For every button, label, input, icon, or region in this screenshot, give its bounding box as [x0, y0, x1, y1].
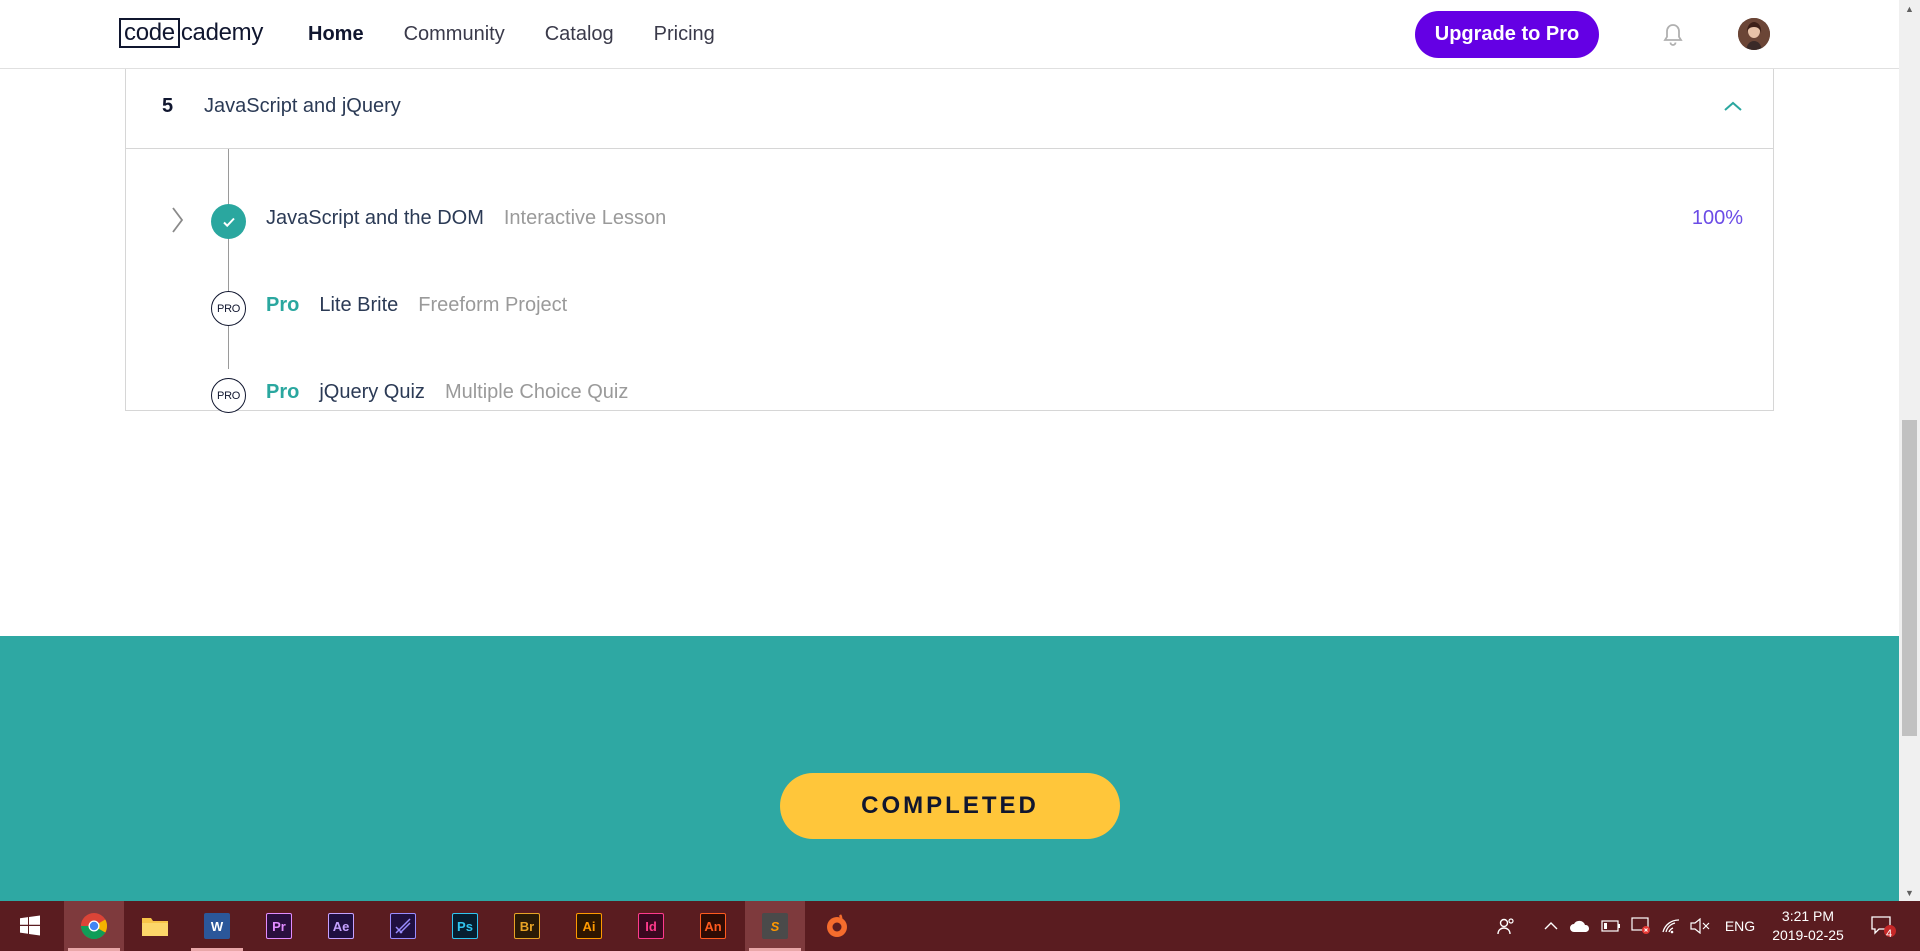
scroll-up-arrow-icon[interactable]: ▲ — [1899, 0, 1920, 17]
lesson-title[interactable]: JavaScript and the DOM — [266, 207, 484, 230]
vertical-scrollbar[interactable]: ▲ ▼ — [1899, 0, 1920, 901]
quiz-label: Pro jQuery Quiz Multiple Choice Quiz — [266, 381, 628, 404]
pro-badge-icon: PRO — [211, 291, 246, 326]
nav-community-link[interactable]: Community — [404, 23, 505, 46]
upgrade-to-pro-button[interactable]: Upgrade to Pro — [1415, 11, 1599, 58]
word-app-badge: W — [204, 913, 230, 939]
project-type: Freeform Project — [418, 294, 568, 316]
chevron-up-icon[interactable] — [1721, 95, 1745, 119]
top-navigation-bar: code cademy Home Community Catalog Pricin… — [0, 0, 1899, 69]
sublime-text-app-badge: S — [762, 913, 788, 939]
main-nav: Home Community Catalog Pricing — [308, 0, 755, 69]
after-effects-app-badge: Ae — [328, 913, 354, 939]
premiere-icon[interactable]: Pr — [249, 901, 309, 951]
pro-badge-icon: PRO — [211, 378, 246, 413]
quiz-title[interactable]: jQuery Quiz — [319, 381, 425, 404]
module-title: JavaScript and jQuery — [204, 95, 401, 117]
project-row[interactable]: PRO Pro Lite Brite Freeform Project — [126, 278, 1773, 338]
module-number: 5 — [162, 95, 174, 117]
completed-check-icon — [211, 204, 246, 239]
sublime-text-icon[interactable]: S — [745, 901, 805, 951]
logo-rest-text: cademy — [180, 19, 264, 46]
completion-banner: COMPLETED — [0, 636, 1899, 901]
illustrator-app-badge: Ai — [576, 913, 602, 939]
windows-start-icon[interactable] — [0, 901, 60, 951]
premiere-app-badge: Pr — [266, 913, 292, 939]
security-alert-icon[interactable] — [1630, 901, 1652, 951]
bridge-icon[interactable]: Br — [497, 901, 557, 951]
origin-icon[interactable] — [807, 901, 867, 951]
chevron-right-icon[interactable] — [168, 205, 186, 235]
language-indicator[interactable]: ENG — [1720, 901, 1760, 951]
photoshop-icon[interactable]: Ps — [435, 901, 495, 951]
nav-catalog-link[interactable]: Catalog — [545, 23, 614, 46]
quiz-type: Multiple Choice Quiz — [444, 381, 629, 403]
chrome-icon[interactable] — [64, 901, 124, 951]
media-encoder-icon[interactable] — [373, 901, 433, 951]
module-card: 5 JavaScript and jQuery JavaScript and t… — [125, 69, 1774, 413]
windows-taskbar: W Pr Ae Ps Br Ai Id An S ENG 3:21 PM 201… — [0, 901, 1920, 951]
photoshop-app-badge: Ps — [452, 913, 478, 939]
media-encoder-app-badge — [390, 913, 416, 939]
word-icon[interactable]: W — [187, 901, 247, 951]
scrollbar-thumb[interactable] — [1902, 420, 1917, 736]
module-header[interactable]: 5 JavaScript and jQuery — [126, 69, 1773, 149]
wifi-icon[interactable] — [1660, 901, 1682, 951]
animate-icon[interactable]: An — [683, 901, 743, 951]
system-clock[interactable]: 3:21 PM 2019-02-25 — [1766, 907, 1850, 945]
notification-count: 4 — [1885, 928, 1893, 940]
battery-icon[interactable] — [1600, 901, 1622, 951]
chevron-up-icon[interactable] — [1540, 901, 1562, 951]
lesson-row[interactable]: JavaScript and the DOM Interactive Lesso… — [126, 191, 1773, 251]
logo-boxed-text: code — [119, 18, 180, 48]
animate-app-badge: An — [700, 913, 726, 939]
nav-pricing-link[interactable]: Pricing — [654, 23, 715, 46]
onedrive-cloud-icon[interactable] — [1568, 901, 1592, 951]
bridge-app-badge: Br — [514, 913, 540, 939]
codecademy-logo[interactable]: code cademy — [119, 17, 263, 49]
clock-date: 2019-02-25 — [1772, 927, 1844, 943]
quiz-row[interactable]: PRO Pro jQuery Quiz Multiple Choice Quiz — [126, 365, 1773, 425]
pro-tag: Pro — [266, 381, 300, 403]
lesson-label: JavaScript and the DOM Interactive Lesso… — [266, 207, 666, 230]
after-effects-icon[interactable]: Ae — [311, 901, 371, 951]
volume-muted-icon[interactable] — [1688, 901, 1712, 951]
scroll-down-arrow-icon[interactable]: ▼ — [1899, 884, 1920, 901]
indesign-icon[interactable]: Id — [621, 901, 681, 951]
project-title[interactable]: Lite Brite — [319, 294, 398, 317]
lesson-progress: 100% — [1691, 207, 1743, 229]
user-avatar[interactable] — [1738, 18, 1770, 50]
people-icon[interactable] — [1494, 901, 1518, 951]
nav-home-link[interactable]: Home — [308, 23, 364, 46]
completed-button[interactable]: COMPLETED — [780, 773, 1120, 839]
project-label: Pro Lite Brite Freeform Project — [266, 294, 567, 317]
indesign-app-badge: Id — [638, 913, 664, 939]
illustrator-icon[interactable]: Ai — [559, 901, 619, 951]
notification-bell-icon[interactable] — [1660, 22, 1686, 48]
clock-time: 3:21 PM — [1781, 908, 1835, 924]
action-center-icon[interactable]: 4 — [1868, 901, 1898, 951]
lesson-type: Interactive Lesson — [503, 207, 667, 229]
pro-tag: Pro — [266, 294, 300, 316]
file-explorer-icon[interactable] — [125, 901, 185, 951]
